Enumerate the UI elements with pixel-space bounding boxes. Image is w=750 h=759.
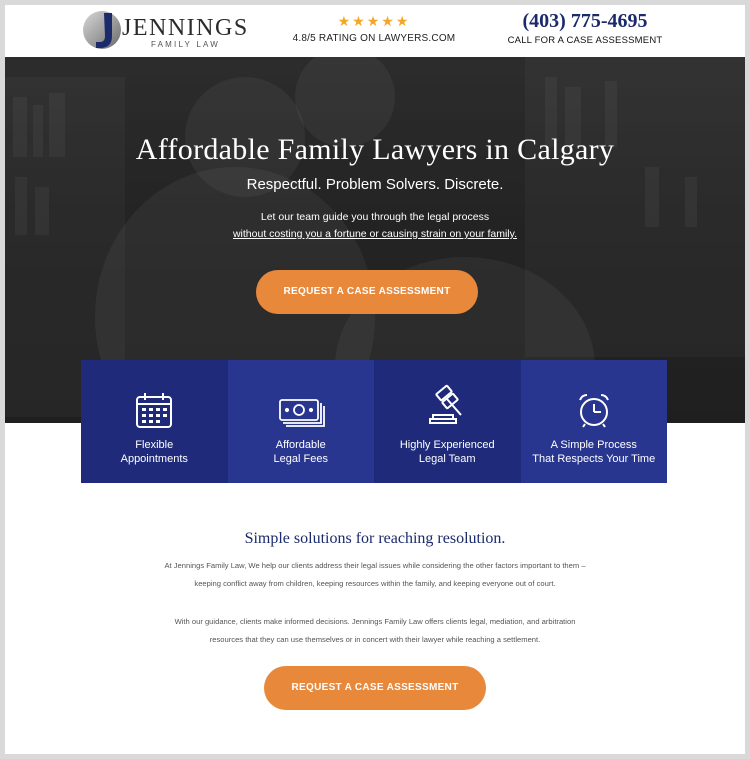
hero-subtitle: Respectful. Problem Solvers. Discrete. <box>246 176 504 193</box>
guidance-paragraph: With our guidance, clients make informed… <box>174 617 576 644</box>
hero-description-line2: without costing you a fortune or causing… <box>5 228 745 240</box>
logo[interactable]: JENNINGS FAMILY LAW <box>82 8 247 52</box>
section-title: Simple solutions for reaching resolution… <box>244 530 506 547</box>
feature-label-line1: Highly Experienced <box>399 439 495 451</box>
hero-cta-button[interactable]: REQUEST A CASE ASSESSMENT <box>256 270 478 314</box>
logo-mark-icon <box>83 11 121 49</box>
gavel-icon <box>429 384 463 424</box>
phone-block: (403) 775-4695 CALL FOR A CASE ASSESSMEN… <box>505 10 665 46</box>
feature-label: Highly Experienced Legal Team <box>374 438 521 466</box>
site-header: JENNINGS FAMILY LAW ★★★★★ 4.8/5 RATING O… <box>5 5 745 57</box>
intro-paragraph: At Jennings Family Law, We help our clie… <box>164 561 586 588</box>
rating-text: 4.8/5 RATING ON LAWYERS.COM <box>292 33 456 44</box>
feature-label-line1: Affordable <box>275 439 326 451</box>
feature-label-line2: Appointments <box>120 453 188 465</box>
feature-simple-process[interactable]: A Simple Process That Respects Your Time <box>520 360 668 483</box>
alarm-clock-icon <box>578 394 609 428</box>
logo-subtitle: FAMILY LAW <box>151 40 220 49</box>
rating-block[interactable]: ★★★★★ 4.8/5 RATING ON LAWYERS.COM <box>285 13 463 44</box>
bottom-cta-button[interactable]: REQUEST A CASE ASSESSMENT <box>264 666 486 710</box>
feature-label-line2: Legal Team <box>418 453 476 465</box>
star-rating-icon: ★★★★★ <box>337 13 411 29</box>
feature-label-line1: A Simple Process <box>550 439 637 451</box>
features-row: Flexible Appointments Affordable Legal F… <box>81 360 667 483</box>
feature-label-line1: Flexible <box>135 439 174 451</box>
feature-label: A Simple Process That Respects Your Time <box>521 438 668 466</box>
calendar-icon <box>136 393 173 428</box>
logo-name: JENNINGS <box>122 15 249 41</box>
money-icon <box>278 399 325 427</box>
feature-affordable-fees[interactable]: Affordable Legal Fees <box>227 360 375 483</box>
hero-description-link: without costing you a fortune or causing… <box>232 228 518 240</box>
hero-title: Affordable Family Lawyers in Calgary <box>135 133 615 166</box>
feature-label-line2: Legal Fees <box>273 453 328 465</box>
phone-caption: CALL FOR A CASE ASSESSMENT <box>507 35 663 46</box>
feature-label: Affordable Legal Fees <box>228 438 375 466</box>
feature-experienced-team[interactable]: Highly Experienced Legal Team <box>374 360 521 483</box>
hero-description-line1: Let our team guide you through the legal… <box>260 211 490 223</box>
phone-number-link[interactable]: (403) 775-4695 <box>505 10 665 32</box>
feature-flexible-appointments[interactable]: Flexible Appointments <box>81 360 228 483</box>
feature-label: Flexible Appointments <box>81 438 228 466</box>
feature-label-line2: That Respects Your Time <box>532 453 656 465</box>
